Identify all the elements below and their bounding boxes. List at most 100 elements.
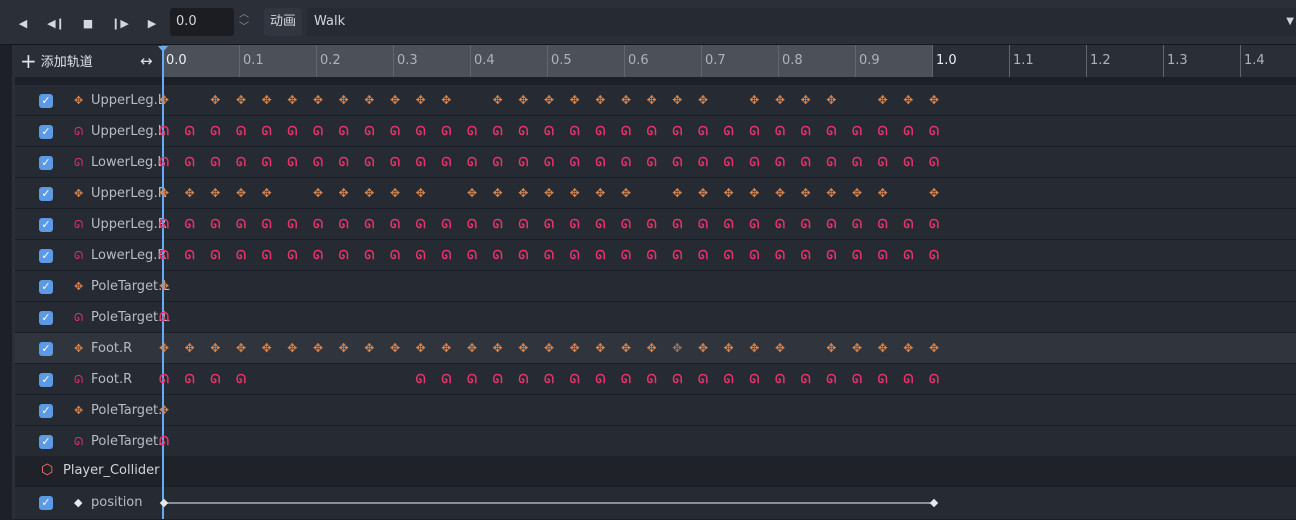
rotation-keyframe[interactable]: ᘏ <box>697 156 709 168</box>
position-keyframe[interactable]: ✥ <box>620 187 632 199</box>
position-keyframe[interactable]: ✥ <box>620 94 632 106</box>
rotation-keyframe[interactable]: ᘏ <box>543 156 555 168</box>
rotation-keyframe[interactable]: ᘏ <box>851 218 863 230</box>
rotation-keyframe[interactable]: ᘏ <box>723 156 735 168</box>
rotation-keyframe[interactable]: ᘏ <box>492 156 504 168</box>
rotation-keyframe[interactable]: ᘏ <box>825 373 837 385</box>
rotation-keyframe[interactable]: ᘏ <box>774 125 786 137</box>
rotation-keyframe[interactable]: ᘏ <box>286 125 298 137</box>
position-keyframe[interactable]: ✥ <box>543 342 555 354</box>
rotation-keyframe[interactable]: ᘏ <box>543 249 555 261</box>
rotation-keyframe[interactable]: ᘏ <box>440 125 452 137</box>
rotation-keyframe[interactable]: ᘏ <box>569 125 581 137</box>
position-keyframe[interactable]: ✥ <box>902 94 914 106</box>
position-keyframe[interactable]: ✥ <box>492 342 504 354</box>
chevron-down-icon[interactable]: ﹀ <box>236 21 252 34</box>
rotation-keyframe[interactable]: ᘏ <box>928 373 940 385</box>
rotation-keyframe[interactable]: ᘏ <box>209 156 221 168</box>
rotation-keyframe[interactable]: ᘏ <box>748 156 760 168</box>
position-keyframe[interactable]: ✥ <box>825 94 837 106</box>
rotation-keyframe[interactable]: ᘏ <box>338 156 350 168</box>
rotation-keyframe[interactable]: ᘏ <box>697 218 709 230</box>
rotation-keyframe[interactable]: ᘏ <box>569 249 581 261</box>
rotation-keyframe[interactable]: ᘏ <box>569 218 581 230</box>
track-enabled-checkbox[interactable]: ✓ <box>39 342 53 356</box>
rotation-keyframe[interactable]: ᘏ <box>671 218 683 230</box>
rotation-keyframe[interactable]: ᘏ <box>440 156 452 168</box>
position-keyframe[interactable]: ✥ <box>338 342 350 354</box>
rotation-keyframe[interactable]: ᘏ <box>671 373 683 385</box>
track-enabled-checkbox[interactable]: ✓ <box>39 496 53 510</box>
rotation-keyframe[interactable]: ᘏ <box>158 311 170 323</box>
position-keyframe[interactable]: ✥ <box>594 187 606 199</box>
track-enabled-checkbox[interactable]: ✓ <box>39 94 53 108</box>
position-keyframe[interactable]: ✥ <box>774 342 786 354</box>
position-keyframe[interactable]: ✥ <box>825 187 837 199</box>
rotation-keyframe[interactable]: ᘏ <box>594 156 606 168</box>
rotation-keyframe[interactable]: ᘏ <box>261 249 273 261</box>
position-keyframe[interactable]: ✥ <box>440 94 452 106</box>
position-keyframe[interactable]: ✥ <box>158 404 170 416</box>
time-spin-arrows[interactable]: ︿ ﹀ <box>236 8 252 36</box>
position-keyframe[interactable]: ✥ <box>415 94 427 106</box>
rotation-keyframe[interactable]: ᘏ <box>723 125 735 137</box>
position-keyframe[interactable]: ✥ <box>594 342 606 354</box>
position-keyframe[interactable]: ✥ <box>569 94 581 106</box>
track-enabled-checkbox[interactable]: ✓ <box>39 373 53 387</box>
position-keyframe[interactable]: ✥ <box>723 342 735 354</box>
rotation-keyframe[interactable]: ᘏ <box>158 249 170 261</box>
rotation-keyframe[interactable]: ᘏ <box>851 156 863 168</box>
rotation-keyframe[interactable]: ᘏ <box>312 218 324 230</box>
track-enabled-checkbox[interactable]: ✓ <box>39 125 53 139</box>
rotation-keyframe[interactable]: ᘏ <box>697 249 709 261</box>
position-keyframe[interactable]: ✥ <box>184 342 196 354</box>
rotation-keyframe[interactable]: ᘏ <box>158 218 170 230</box>
rotation-keyframe[interactable]: ᘏ <box>646 373 658 385</box>
position-keyframe[interactable]: ✥ <box>338 94 350 106</box>
group-player-collider[interactable]: ⬡ Player_Collider <box>15 456 1296 487</box>
position-keyframe[interactable]: ✥ <box>543 187 555 199</box>
rotation-keyframe[interactable]: ᘏ <box>851 125 863 137</box>
position-keyframe[interactable]: ✥ <box>312 342 324 354</box>
position-keyframe[interactable]: ✥ <box>877 187 889 199</box>
rotation-keyframe[interactable]: ᘏ <box>697 373 709 385</box>
rotation-keyframe[interactable]: ᘏ <box>184 156 196 168</box>
rotation-keyframe[interactable]: ᘏ <box>569 373 581 385</box>
play-from-current-button[interactable]: ❙▶ <box>107 10 133 36</box>
rotation-keyframe[interactable]: ᘏ <box>800 218 812 230</box>
rotation-keyframe[interactable]: ᘏ <box>184 373 196 385</box>
position-keyframe[interactable]: ✥ <box>363 94 375 106</box>
rotation-keyframe[interactable]: ᘏ <box>825 125 837 137</box>
position-keyframe[interactable]: ✥ <box>492 187 504 199</box>
play-backwards-from-end-button[interactable]: ◀ <box>10 10 36 36</box>
position-keyframe[interactable]: ✥ <box>594 94 606 106</box>
rotation-keyframe[interactable]: ᘏ <box>492 249 504 261</box>
rotation-keyframe[interactable]: ᘏ <box>466 249 478 261</box>
rotation-keyframe[interactable]: ᘏ <box>569 156 581 168</box>
rotation-keyframe[interactable]: ᘏ <box>440 218 452 230</box>
rotation-keyframe[interactable]: ᘏ <box>620 156 632 168</box>
rotation-keyframe[interactable]: ᘏ <box>877 156 889 168</box>
rotation-keyframe[interactable]: ᘏ <box>800 373 812 385</box>
rotation-keyframe[interactable]: ᘏ <box>902 373 914 385</box>
rotation-keyframe[interactable]: ᘏ <box>235 218 247 230</box>
rotation-keyframe[interactable]: ᘏ <box>902 125 914 137</box>
rotation-keyframe[interactable]: ᘏ <box>723 373 735 385</box>
position-keyframe[interactable]: ✥ <box>928 94 940 106</box>
rotation-keyframe[interactable]: ᘏ <box>646 249 658 261</box>
rotation-keyframe[interactable]: ᘏ <box>158 125 170 137</box>
rotation-keyframe[interactable]: ᘏ <box>748 249 760 261</box>
position-keyframe[interactable]: ✥ <box>877 94 889 106</box>
position-keyframe[interactable]: ✥ <box>851 187 863 199</box>
rotation-keyframe[interactable]: ᘏ <box>184 125 196 137</box>
rotation-keyframe[interactable]: ᘏ <box>184 249 196 261</box>
rotation-keyframe[interactable]: ᘏ <box>466 218 478 230</box>
rotation-keyframe[interactable]: ᘏ <box>440 373 452 385</box>
rotation-keyframe[interactable]: ᘏ <box>620 125 632 137</box>
rotation-keyframe[interactable]: ᘏ <box>671 125 683 137</box>
position-keyframe[interactable]: ✥ <box>517 342 529 354</box>
track-rotation[interactable]: ✓ ᘏ PoleTarget. <box>15 426 1296 457</box>
rotation-keyframe[interactable]: ᘏ <box>389 249 401 261</box>
rotation-keyframe[interactable]: ᘏ <box>209 218 221 230</box>
rotation-keyframe[interactable]: ᘏ <box>517 125 529 137</box>
